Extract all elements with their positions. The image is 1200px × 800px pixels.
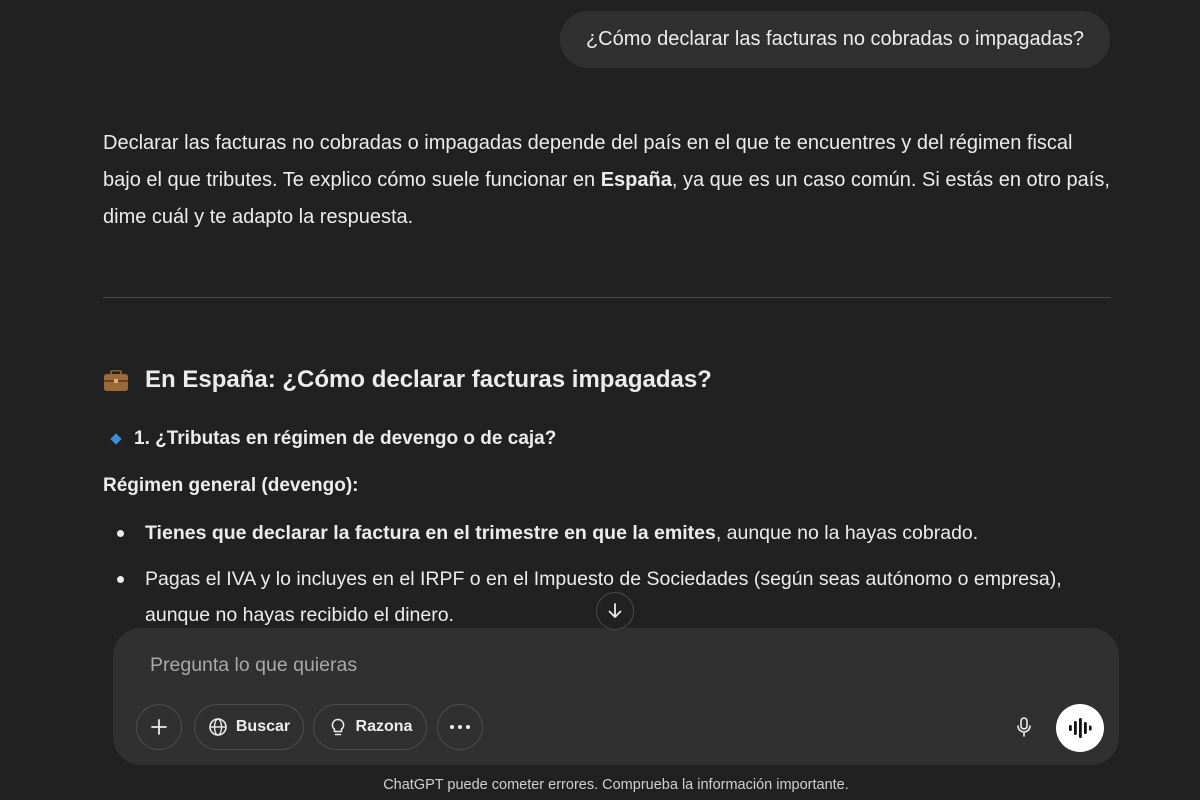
bullet-text: , aunque no la hayas cobrado.	[715, 522, 979, 544]
answer-heading: En España: ¿Cómo declarar facturas impag…	[103, 366, 712, 394]
disclaimer-text: ChatGPT puede cometer errores. Comprueba…	[383, 777, 849, 793]
search-button[interactable]: Buscar	[194, 704, 304, 750]
scroll-to-bottom-button[interactable]	[596, 592, 634, 630]
voice-mode-button[interactable]	[1056, 704, 1104, 752]
add-attachment-button[interactable]	[136, 704, 182, 750]
chat-page: ¿Cómo declarar las facturas no cobradas …	[0, 0, 1200, 800]
plus-icon	[151, 719, 167, 735]
ellipsis-icon	[450, 725, 470, 729]
lightbulb-icon	[331, 718, 344, 736]
regimen-label: Régimen general (devengo):	[103, 475, 359, 496]
bullet-bold-text: Tienes que declarar la factura en el tri…	[145, 522, 716, 544]
user-message-bubble: ¿Cómo declarar las facturas no cobradas …	[559, 11, 1110, 68]
list-item: Tienes que declarar la factura en el tri…	[103, 515, 1113, 551]
blue-diamond-icon	[110, 433, 122, 445]
dictate-button[interactable]	[1001, 704, 1047, 750]
user-message-text: ¿Cómo declarar las facturas no cobradas …	[585, 28, 1084, 50]
briefcase-icon	[103, 369, 129, 391]
reason-button-label: Razona	[355, 718, 413, 735]
message-composer: Pregunta lo que quieras Buscar Razona	[113, 628, 1119, 765]
microphone-icon	[1017, 717, 1031, 737]
globe-icon	[209, 718, 227, 736]
answer-intro-bold: España	[600, 169, 672, 191]
more-tools-button[interactable]	[437, 704, 483, 750]
answer-subheading-text: 1. ¿Tributas en régimen de devengo o de …	[134, 428, 557, 449]
answer-subheading: 1. ¿Tributas en régimen de devengo o de …	[110, 428, 557, 450]
arrow-down-icon	[608, 603, 622, 618]
answer-heading-text: En España: ¿Cómo declarar facturas impag…	[145, 366, 712, 393]
answer-intro: Declarar las facturas no cobradas o impa…	[103, 125, 1113, 236]
section-divider	[103, 297, 1111, 298]
reason-button[interactable]: Razona	[313, 704, 427, 750]
assistant-answer: Declarar las facturas no cobradas o impa…	[103, 125, 1113, 236]
search-button-label: Buscar	[235, 718, 291, 735]
prompt-input[interactable]: Pregunta lo que quieras	[150, 654, 357, 677]
voice-waveform-icon	[1069, 718, 1092, 738]
